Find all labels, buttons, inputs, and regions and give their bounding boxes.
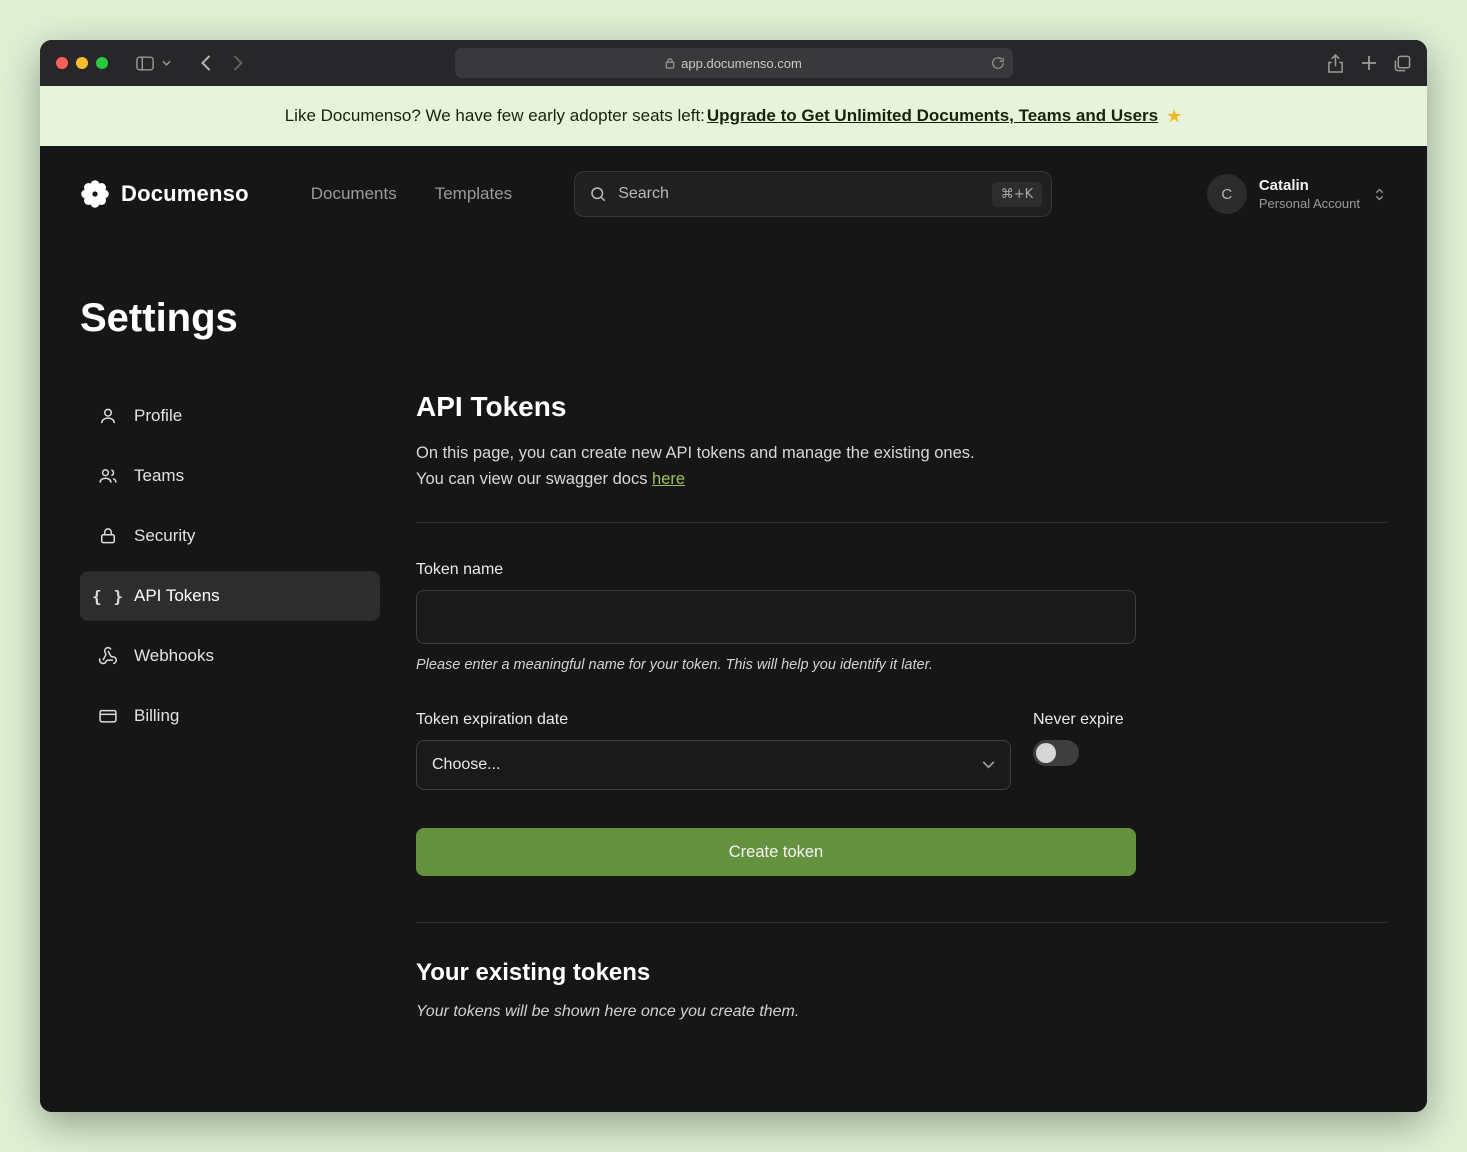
- user-menu[interactable]: C Catalin Personal Account: [1207, 174, 1387, 214]
- documenso-logo-icon: [80, 179, 110, 209]
- promo-banner: Like Documenso? We have few early adopte…: [40, 86, 1427, 146]
- avatar: C: [1207, 174, 1247, 214]
- sidebar-item-label: API Tokens: [134, 586, 220, 606]
- never-expire-label: Never expire: [1033, 711, 1124, 729]
- browser-window: app.documenso.com Like Documenso? We hav…: [40, 40, 1427, 1112]
- section-title: API Tokens: [416, 391, 1387, 423]
- settings-nav: Profile Teams Security { } API Token: [80, 391, 380, 741]
- credit-card-icon: [97, 706, 119, 726]
- sidebar-item-label: Webhooks: [134, 646, 214, 666]
- search-icon: [589, 185, 607, 203]
- upgrade-link[interactable]: Upgrade to Get Unlimited Documents, Team…: [707, 106, 1158, 126]
- sidebar-item-webhooks[interactable]: Webhooks: [80, 631, 380, 681]
- new-tab-icon[interactable]: [1361, 55, 1377, 71]
- sidebar-item-security[interactable]: Security: [80, 511, 380, 561]
- lock-icon: [665, 57, 675, 69]
- url-text: app.documenso.com: [681, 56, 802, 71]
- divider: [416, 922, 1387, 923]
- create-token-button[interactable]: Create token: [416, 828, 1136, 876]
- token-name-hint: Please enter a meaningful name for your …: [416, 657, 1387, 673]
- sidebar-chevron-down-icon[interactable]: [162, 60, 171, 66]
- existing-tokens-title: Your existing tokens: [416, 959, 1387, 987]
- swagger-docs-link[interactable]: here: [652, 470, 685, 488]
- user-account-type: Personal Account: [1259, 196, 1360, 211]
- never-expire-toggle[interactable]: [1033, 740, 1079, 766]
- refresh-icon[interactable]: [991, 56, 1005, 70]
- main-nav: Documents Templates: [311, 184, 512, 204]
- chevron-down-icon: [982, 761, 995, 769]
- chevrons-up-down-icon: [1372, 187, 1387, 202]
- token-name-input[interactable]: [416, 590, 1136, 644]
- sidebar-item-label: Profile: [134, 406, 182, 426]
- sidebar-item-label: Security: [134, 526, 195, 546]
- user-name: Catalin: [1259, 177, 1360, 194]
- promo-text: Like Documenso? We have few early adopte…: [285, 106, 705, 126]
- brand[interactable]: Documenso: [80, 179, 249, 209]
- browser-titlebar: app.documenso.com: [40, 40, 1427, 86]
- nav-templates[interactable]: Templates: [435, 184, 512, 204]
- address-bar[interactable]: app.documenso.com: [455, 48, 1013, 78]
- token-name-label: Token name: [416, 561, 1387, 579]
- sidebar-item-teams[interactable]: Teams: [80, 451, 380, 501]
- sidebar-item-billing[interactable]: Billing: [80, 691, 380, 741]
- brand-name: Documenso: [121, 181, 249, 207]
- divider: [416, 522, 1387, 523]
- close-window-button[interactable]: [56, 57, 68, 69]
- expiration-select[interactable]: Choose...: [416, 740, 1011, 790]
- existing-tokens-empty-text: Your tokens will be shown here once you …: [416, 1003, 1387, 1021]
- app-content: Documenso Documents Templates ⌘+K C Cata…: [40, 146, 1427, 1112]
- nav-documents[interactable]: Documents: [311, 184, 397, 204]
- toggle-knob: [1036, 743, 1056, 763]
- api-tokens-panel: API Tokens On this page, you can create …: [416, 391, 1387, 1021]
- sidebar-toggle-icon[interactable]: [136, 56, 154, 71]
- expiration-label: Token expiration date: [416, 711, 1011, 729]
- docs-text: You can view our swagger docs: [416, 470, 652, 488]
- back-button[interactable]: [201, 55, 211, 71]
- page-title: Settings: [80, 296, 1387, 341]
- section-description: On this page, you can create new API tok…: [416, 444, 975, 462]
- minimize-window-button[interactable]: [76, 57, 88, 69]
- webhook-icon: [97, 646, 119, 666]
- lock-icon: [97, 526, 119, 546]
- sidebar-item-profile[interactable]: Profile: [80, 391, 380, 441]
- sidebar-item-label: Billing: [134, 706, 179, 726]
- sidebar-item-label: Teams: [134, 466, 184, 486]
- search-bar[interactable]: ⌘+K: [574, 171, 1052, 217]
- tab-overview-icon[interactable]: [1394, 55, 1411, 72]
- search-input[interactable]: [618, 185, 981, 203]
- expiration-value: Choose...: [432, 756, 500, 774]
- app-header: Documenso Documents Templates ⌘+K C Cata…: [80, 146, 1387, 242]
- traffic-lights: [56, 57, 108, 69]
- existing-tokens-section: Your existing tokens Your tokens will be…: [416, 959, 1387, 1021]
- braces-icon: { }: [97, 587, 119, 606]
- search-shortcut-badge: ⌘+K: [992, 182, 1042, 207]
- forward-button[interactable]: [233, 55, 243, 71]
- sidebar-item-api-tokens[interactable]: { } API Tokens: [80, 571, 380, 621]
- user-icon: [97, 406, 119, 426]
- users-icon: [97, 466, 119, 486]
- share-icon[interactable]: [1327, 54, 1344, 73]
- zoom-window-button[interactable]: [96, 57, 108, 69]
- star-icon: ★: [1166, 106, 1182, 127]
